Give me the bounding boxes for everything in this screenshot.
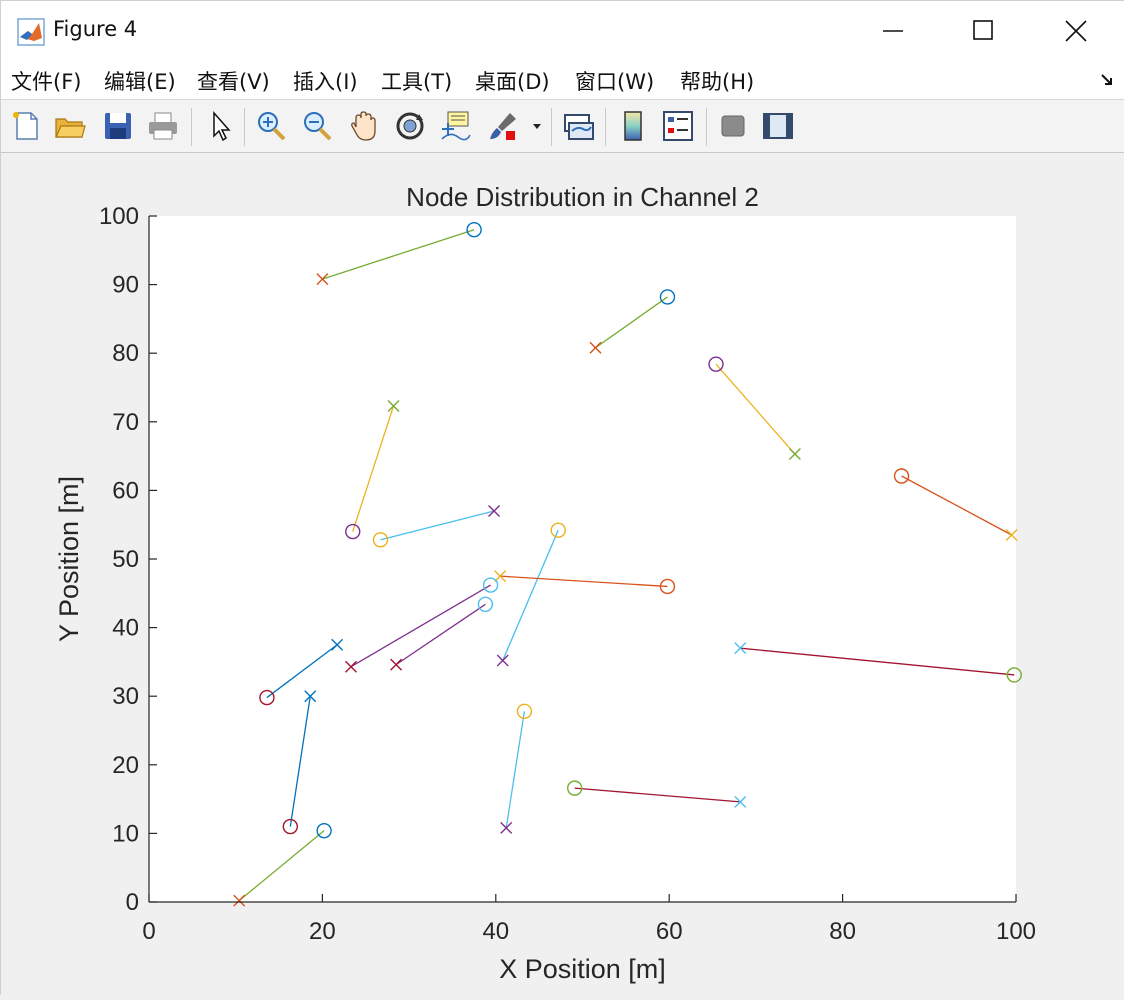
x-tick-label: 40 bbox=[482, 918, 509, 945]
close-icon bbox=[1065, 20, 1087, 42]
menu-edit[interactable]: 编辑(E) bbox=[104, 66, 176, 96]
window-title: Figure 4 bbox=[53, 17, 138, 41]
matlab-logo-icon bbox=[17, 18, 45, 46]
y-tick-label: 100 bbox=[99, 203, 139, 230]
select-arrow-icon[interactable] bbox=[204, 109, 238, 143]
menu-help[interactable]: 帮助(H) bbox=[680, 66, 754, 96]
minimize-button[interactable] bbox=[873, 13, 913, 49]
menu-window[interactable]: 窗口(W) bbox=[575, 66, 654, 96]
x-tick-label: 80 bbox=[829, 918, 856, 945]
y-tick-label: 50 bbox=[112, 546, 139, 573]
new-figure-icon[interactable] bbox=[9, 109, 43, 143]
save-icon[interactable] bbox=[101, 109, 135, 143]
title-bar: Figure 4 bbox=[1, 1, 1124, 61]
plot-area bbox=[149, 216, 1016, 902]
x-tick-label: 20 bbox=[309, 918, 336, 945]
figure-window: Figure 4 文件(F) 编辑(E) 查看(V) 插入(I) 工具(T) 桌… bbox=[0, 0, 1124, 996]
toolbar-separator bbox=[244, 108, 245, 146]
menu-tools[interactable]: 工具(T) bbox=[381, 66, 452, 96]
menu-view[interactable]: 查看(V) bbox=[197, 66, 270, 96]
scatter-chart: 0 20 40 60 80 100 0 10 20 30 40 50 60 70 80 90 100 Node … bbox=[54, 182, 1036, 984]
open-file-icon[interactable] bbox=[53, 109, 87, 143]
close-button[interactable] bbox=[1056, 13, 1096, 49]
brush-icon[interactable] bbox=[486, 109, 520, 143]
toolbar-separator bbox=[191, 108, 192, 146]
x-axis-label: X Position [m] bbox=[499, 954, 666, 984]
y-tick-label: 20 bbox=[112, 752, 139, 779]
pan-hand-icon[interactable] bbox=[347, 109, 381, 143]
minimize-icon bbox=[883, 30, 903, 32]
menu-insert[interactable]: 插入(I) bbox=[293, 66, 358, 96]
colorbar-icon[interactable] bbox=[616, 109, 650, 143]
show-plot-tools-icon[interactable] bbox=[761, 109, 795, 143]
maximize-icon bbox=[973, 20, 993, 40]
figure-canvas: 0 20 40 60 80 100 0 10 20 30 40 50 60 70 80 90 100 Node … bbox=[1, 153, 1124, 996]
y-tick-label: 10 bbox=[112, 820, 139, 847]
y-tick-label: 70 bbox=[112, 409, 139, 436]
data-cursor-icon[interactable] bbox=[438, 109, 472, 143]
hide-plot-tools-icon[interactable] bbox=[716, 109, 750, 143]
maximize-button[interactable] bbox=[963, 13, 1003, 49]
toolbar-separator bbox=[551, 108, 552, 146]
chart-title: Node Distribution in Channel 2 bbox=[406, 182, 759, 212]
y-tick-label: 30 bbox=[112, 683, 139, 710]
y-tick-label: 60 bbox=[112, 477, 139, 504]
zoom-out-icon[interactable] bbox=[300, 109, 334, 143]
chevron-down-icon[interactable] bbox=[529, 109, 545, 143]
menu-file[interactable]: 文件(F) bbox=[11, 66, 81, 96]
x-tick-label: 60 bbox=[656, 918, 683, 945]
legend-icon[interactable] bbox=[661, 109, 695, 143]
menu-desktop[interactable]: 桌面(D) bbox=[475, 66, 550, 96]
y-tick-label: 90 bbox=[112, 272, 139, 299]
zoom-in-icon[interactable] bbox=[254, 109, 288, 143]
y-tick-label: 40 bbox=[112, 615, 139, 642]
y-tick-label: 0 bbox=[126, 889, 139, 916]
print-icon[interactable] bbox=[146, 109, 180, 143]
y-tick-label: 80 bbox=[112, 340, 139, 367]
menu-bar: 文件(F) 编辑(E) 查看(V) 插入(I) 工具(T) 桌面(D) 窗口(W… bbox=[1, 61, 1124, 100]
rotate-3d-icon[interactable] bbox=[393, 109, 427, 143]
y-axis-label: Y Position [m] bbox=[54, 476, 84, 642]
toolbar bbox=[1, 100, 1124, 153]
link-plot-icon[interactable] bbox=[561, 109, 595, 143]
toolbar-separator bbox=[605, 108, 606, 146]
x-tick-label: 100 bbox=[996, 918, 1036, 945]
x-tick-label: 0 bbox=[142, 918, 155, 945]
dock-arrow-icon[interactable] bbox=[1099, 71, 1115, 87]
toolbar-separator bbox=[706, 108, 707, 146]
